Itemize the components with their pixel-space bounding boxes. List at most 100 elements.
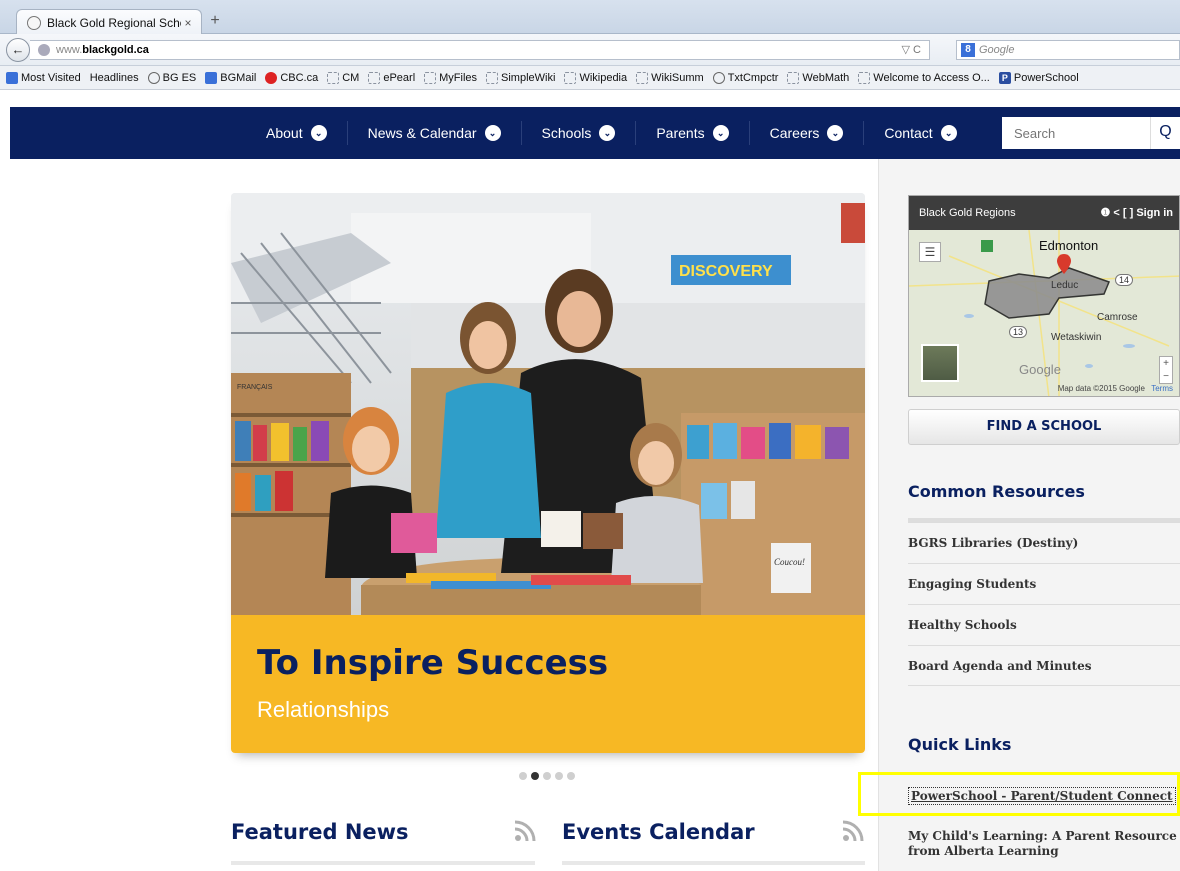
parent-resource-link[interactable]: My Child's Learning: A Parent Resource f… xyxy=(908,829,1178,859)
chevron-down-icon: ⌄ xyxy=(940,125,957,141)
bookmark-bgmail[interactable]: BGMail xyxy=(205,71,257,84)
bookmarks-toolbar: Most Visited Headlines BG ES BGMail CBC.ca CM… xyxy=(0,66,1180,90)
map-label-wetaskiwin: Wetaskiwin xyxy=(1051,332,1102,343)
hero-caption: To Inspire Success Relationships xyxy=(231,615,865,753)
events-rss-icon[interactable] xyxy=(842,820,864,842)
bookmark-bg-es[interactable]: BG ES xyxy=(147,71,196,84)
new-tab-button[interactable]: + xyxy=(206,12,224,30)
carousel-indicators xyxy=(519,772,579,780)
bookmark-webmath[interactable]: WebMath xyxy=(787,71,849,84)
bookmark-label: BGMail xyxy=(220,71,257,84)
bookmark-epearl[interactable]: ePearl xyxy=(368,71,415,84)
url-prefix: www. xyxy=(56,44,83,56)
carousel-dot[interactable] xyxy=(567,772,575,780)
nav-item-label: About xyxy=(266,125,303,141)
francais-sign-text: FRANÇAIS xyxy=(237,384,273,391)
featured-news-divider xyxy=(231,861,535,865)
common-resources-list: BGRS Libraries (Destiny) Engaging Student… xyxy=(908,518,1180,686)
nav-item-label: Contact xyxy=(884,125,933,141)
close-tab-icon[interactable]: × xyxy=(181,16,195,30)
find-a-school-button[interactable]: FIND A SCHOOL xyxy=(908,409,1180,445)
bookmark-icon: P xyxy=(998,71,1011,84)
bookmark-powerschool[interactable]: P PowerSchool xyxy=(998,71,1079,84)
back-button[interactable]: ← xyxy=(6,38,30,62)
common-resources-heading: Common Resources xyxy=(908,482,1085,501)
browser-tab[interactable]: Black Gold Regional Schoo... × xyxy=(16,9,202,35)
resource-link-engaging-students[interactable]: Engaging Students xyxy=(908,563,1180,604)
hero-subtitle: Relationships xyxy=(257,697,390,722)
carousel-dot[interactable] xyxy=(555,772,563,780)
bookmark-label: SimpleWiki xyxy=(501,71,556,84)
chevron-down-icon: ⌄ xyxy=(484,125,501,141)
bookmark-icon xyxy=(147,71,160,84)
bookmark-label: Headlines xyxy=(89,71,139,84)
bookmark-headlines[interactable]: Headlines xyxy=(90,72,139,84)
bookmark-most-visited[interactable]: Most Visited xyxy=(6,71,81,84)
nav-item-schools[interactable]: Schools ⌄ xyxy=(522,121,637,145)
tab-title: Black Gold Regional Schoo... xyxy=(47,15,181,30)
bookmark-icon xyxy=(787,71,800,84)
browser-search-placeholder: Google xyxy=(979,44,1015,56)
regions-map[interactable]: Black Gold Regions ❶ < [ ] Sign in ☰ Edm… xyxy=(908,195,1180,397)
carousel-dot[interactable] xyxy=(519,772,527,780)
map-label-hwy14: 14 xyxy=(1115,274,1134,286)
hero-carousel[interactable]: DISCOVERY FRANÇAIS Coucou! To Inspire Su… xyxy=(231,193,865,753)
carousel-dot[interactable] xyxy=(543,772,551,780)
site-favicon-icon xyxy=(27,15,41,30)
bookmark-cbc-ca[interactable]: CBC.ca xyxy=(265,71,319,84)
nav-item-contact[interactable]: Contact ⌄ xyxy=(864,121,976,145)
bookmark-icon xyxy=(327,71,340,84)
bookmark-welcome-to-access-o[interactable]: Welcome to Access O... xyxy=(858,71,990,84)
map-terms-link[interactable]: Terms xyxy=(1151,384,1173,393)
quick-links-heading: Quick Links xyxy=(908,735,1012,754)
bookmark-wikisumm[interactable]: WikiSumm xyxy=(636,71,704,84)
carousel-dot[interactable] xyxy=(531,772,539,780)
nav-item-parents[interactable]: Parents ⌄ xyxy=(636,121,750,145)
browser-search-box[interactable]: 8 Google xyxy=(956,40,1180,60)
browser-toolbar: ← www. blackgold.ca ▽ C 8 Google xyxy=(0,34,1180,66)
chevron-down-icon: ⌄ xyxy=(827,125,844,141)
address-bar[interactable]: www. blackgold.ca ▽ C xyxy=(30,40,930,60)
bookmark-icon xyxy=(368,71,381,84)
resource-link-board-agenda-and-minutes[interactable]: Board Agenda and Minutes xyxy=(908,645,1180,686)
bookmark-label: TxtCmpctr xyxy=(727,71,779,84)
chevron-down-icon: ⌄ xyxy=(310,125,327,141)
bookmark-label: Most Visited xyxy=(21,71,81,84)
search-icon[interactable]: Q xyxy=(1150,117,1180,149)
map-header: Black Gold Regions ❶ < [ ] Sign in xyxy=(909,196,1179,230)
resource-link-bgrs-libraries-destiny[interactable]: BGRS Libraries (Destiny) xyxy=(908,522,1180,563)
discovery-sign-text: DISCOVERY xyxy=(679,263,773,280)
nav-item-news-calendar[interactable]: News & Calendar ⌄ xyxy=(348,121,522,145)
map-zoom-controls[interactable]: + − xyxy=(1159,356,1173,384)
map-tools[interactable]: ❶ < [ ] Sign in xyxy=(1101,206,1174,219)
powerschool-link[interactable]: PowerSchool - Parent/Student Connect xyxy=(908,787,1176,805)
resource-link-healthy-schools[interactable]: Healthy Schools xyxy=(908,604,1180,645)
bookmark-cm[interactable]: CM xyxy=(327,71,360,84)
bookmark-label: CBC.ca xyxy=(280,71,319,84)
map-label-edmonton: Edmonton xyxy=(1039,238,1099,253)
bookmark-simplewiki[interactable]: SimpleWiki xyxy=(486,71,556,84)
bookmark-label: Wikipedia xyxy=(579,71,628,84)
nav-item-careers[interactable]: Careers ⌄ xyxy=(750,121,865,145)
site-search-input[interactable] xyxy=(1002,117,1150,149)
bookmark-wikipedia[interactable]: Wikipedia xyxy=(564,71,628,84)
map-title: Black Gold Regions xyxy=(919,207,1016,219)
chevron-down-icon: ⌄ xyxy=(599,125,616,141)
reload-icon[interactable]: ▽ C xyxy=(902,43,921,56)
bookmark-myfiles[interactable]: MyFiles xyxy=(424,71,477,84)
bookmark-txtcmpctr[interactable]: TxtCmpctr xyxy=(712,71,779,84)
map-legend-icon[interactable]: ☰ xyxy=(919,242,941,262)
featured-news-rss-icon[interactable] xyxy=(514,820,536,842)
bookmark-label: CM xyxy=(342,71,360,84)
coucou-sign-text: Coucou! xyxy=(774,557,805,567)
bookmark-icon xyxy=(564,71,577,84)
bookmark-icon xyxy=(205,71,218,84)
nav-item-about[interactable]: About ⌄ xyxy=(246,121,348,145)
bookmark-icon xyxy=(6,71,18,84)
bookmark-icon xyxy=(636,71,649,84)
bookmark-icon xyxy=(265,71,278,84)
map-satellite-toggle[interactable] xyxy=(921,344,959,382)
globe-icon xyxy=(38,44,50,56)
hero-title: To Inspire Success xyxy=(257,643,609,683)
bookmark-icon xyxy=(486,71,499,84)
